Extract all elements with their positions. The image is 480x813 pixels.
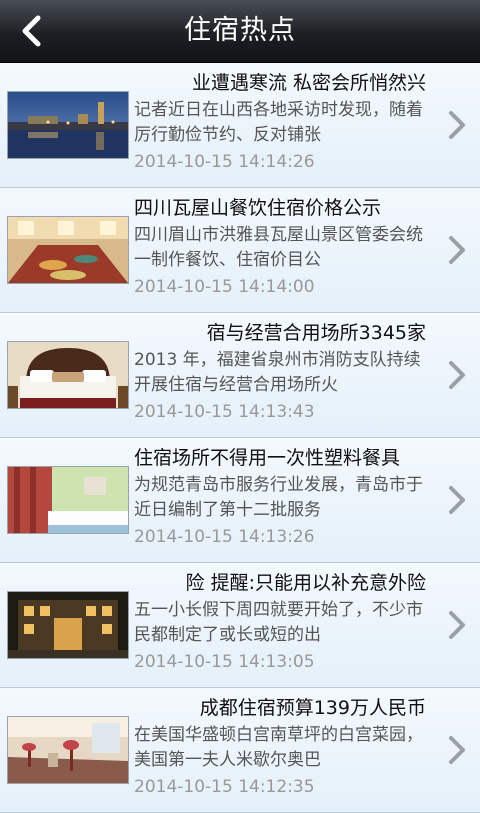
news-summary: 记者近日在山西各地采访时发现，随着厉行勤俭节约、反对铺张	[134, 100, 423, 145]
news-date: 2014-10-15 14:14:26	[134, 152, 315, 172]
news-thumbnail	[7, 591, 129, 659]
list-item[interactable]: 险 提醒:只能用以补充意外险 五一小长假下周四就要开始了，不少市民都制定了或长或…	[0, 563, 480, 688]
news-headline: 成都住宿预算139万人民币	[199, 697, 426, 719]
news-summary: 2013 年，福建省泉州市消防支队持续开展住宿与经营合用场所火	[134, 350, 421, 395]
news-headline: 险 提醒:只能用以补充意外险	[185, 572, 426, 594]
news-headline: 宿与经营合用场所3345家	[206, 322, 426, 344]
news-headline: 四川瓦屋山餐饮住宿价格公示	[134, 197, 382, 219]
news-date: 2014-10-15 14:13:26	[134, 527, 315, 547]
news-thumbnail	[7, 466, 129, 534]
news-summary: 在美国华盛顿白宫南草坪的白宫菜园，美国第一夫人米歇尔奥巴	[134, 725, 423, 770]
page-title: 住宿热点	[184, 15, 296, 46]
news-thumbnail	[7, 91, 129, 159]
chevron-right-icon	[449, 236, 465, 264]
news-thumbnail	[7, 216, 129, 284]
chevron-right-icon	[449, 486, 465, 514]
news-date: 2014-10-15 14:12:35	[134, 777, 315, 797]
chevron-right-icon	[449, 111, 465, 139]
news-summary: 为规范青岛市服务行业发展，青岛市于近日编制了第十二批服务	[134, 475, 423, 520]
list-item[interactable]: 成都住宿预算139万人民币 在美国华盛顿白宫南草坪的白宫菜园，美国第一夫人米歇尔…	[0, 688, 480, 813]
list-item[interactable]: 四川瓦屋山餐饮住宿价格公示 四川眉山市洪雅县瓦屋山景区管委会统一制作餐饮、住宿价…	[0, 188, 480, 313]
news-headline: 住宿场所不得用一次性塑料餐具	[134, 447, 401, 469]
news-date: 2014-10-15 14:13:43	[134, 402, 315, 422]
news-headline: 业遭遇寒流 私密会所悄然兴	[191, 72, 426, 94]
list-item[interactable]: 住宿场所不得用一次性塑料餐具 为规范青岛市服务行业发展，青岛市于近日编制了第十二…	[0, 438, 480, 563]
news-thumbnail	[7, 716, 129, 784]
news-date: 2014-10-15 14:14:00	[134, 277, 315, 297]
chevron-right-icon	[449, 736, 465, 764]
news-summary: 四川眉山市洪雅县瓦屋山景区管委会统一制作餐饮、住宿价目公	[134, 225, 423, 270]
news-summary: 五一小长假下周四就要开始了，不少市民都制定了或长或短的出	[134, 600, 423, 645]
news-thumbnail	[7, 341, 129, 409]
chevron-right-icon	[449, 611, 465, 639]
news-date: 2014-10-15 14:13:05	[134, 652, 315, 672]
app-header: 住宿热点	[0, 0, 480, 63]
list-item[interactable]: 业遭遇寒流 私密会所悄然兴 记者近日在山西各地采访时发现，随着厉行勤俭节约、反对…	[0, 63, 480, 188]
news-list: 业遭遇寒流 私密会所悄然兴 记者近日在山西各地采访时发现，随着厉行勤俭节约、反对…	[0, 63, 480, 813]
chevron-right-icon	[449, 361, 465, 389]
list-item[interactable]: 宿与经营合用场所3345家 2013 年，福建省泉州市消防支队持续开展住宿与经营…	[0, 313, 480, 438]
